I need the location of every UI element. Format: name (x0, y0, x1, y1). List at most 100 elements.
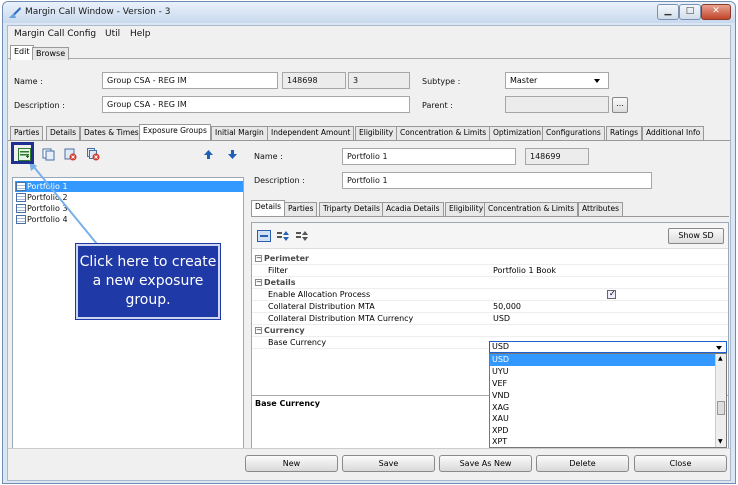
delete-button[interactable]: Delete (536, 455, 629, 472)
close-button[interactable]: Close (634, 455, 727, 472)
exposure-group-toolbar (12, 145, 242, 167)
tab-details[interactable]: Details (46, 126, 81, 140)
category-details[interactable]: − Details (252, 277, 728, 289)
name-field[interactable]: Group CSA - REG IM (102, 72, 278, 89)
tab-additional-info[interactable]: Additional Info (642, 126, 705, 140)
sort-ascending-icon[interactable] (276, 230, 290, 242)
sort-category-icon[interactable] (295, 230, 309, 242)
subtab-attributes[interactable]: Attributes (578, 202, 624, 216)
detail-sub-tabs: Details Parties Triparty Details Acadia … (251, 200, 729, 217)
tab-independent-amount[interactable]: Independent Amount (267, 126, 355, 140)
description-label: Description : (14, 101, 65, 110)
portfolio-name-field[interactable]: Portfolio 1 (342, 148, 516, 165)
property-row-mta[interactable]: Collateral Distribution MTA 50,000 (252, 301, 728, 313)
dropdown-option[interactable]: VND (490, 390, 716, 402)
portfolio-description-field[interactable]: Portfolio 1 (342, 172, 652, 189)
portfolio-description-label: Description : (254, 176, 305, 185)
tree-item[interactable]: Portfolio 2 (15, 192, 243, 203)
tree-item[interactable]: Portfolio 3 (15, 203, 243, 214)
portfolio-id-field: 148699 (525, 148, 589, 165)
dropdown-option[interactable]: USD (490, 354, 716, 367)
move-up-icon[interactable] (202, 148, 215, 161)
subtab-details[interactable]: Details (251, 200, 286, 216)
category-currency[interactable]: − Currency (252, 325, 728, 337)
chevron-down-icon (716, 346, 722, 350)
tab-exposure-groups[interactable]: Exposure Groups (139, 124, 211, 140)
subtab-triparty-details[interactable]: Triparty Details (319, 202, 384, 216)
scroll-down-icon[interactable]: ▼ (718, 438, 723, 445)
new-button[interactable]: New (245, 455, 338, 472)
chevron-down-icon (594, 79, 600, 83)
subtab-eligibility[interactable]: Eligibility (445, 202, 488, 216)
portfolio-name-label: Name : (254, 152, 283, 161)
subtab-acadia-details[interactable]: Acadia Details (382, 202, 444, 216)
tab-dates-times[interactable]: Dates & Times (80, 126, 143, 140)
subtype-select[interactable]: Master (505, 72, 609, 89)
id-field: 148698 (282, 72, 346, 89)
parent-field[interactable] (505, 96, 609, 113)
portfolio-detail-pane: Name : Portfolio 1 148699 Description : … (248, 143, 729, 449)
maximize-button[interactable]: □ (679, 4, 701, 20)
tab-ratings[interactable]: Ratings (606, 126, 643, 140)
margin-call-window: Margin Call Window - Version - 3 ▁ □ ✕ M… (2, 1, 736, 484)
close-window-button[interactable]: ✕ (701, 4, 731, 20)
parent-label: Parent : (422, 101, 453, 110)
dropdown-option[interactable]: UYU (490, 366, 716, 378)
grid-view-icon[interactable] (257, 230, 271, 242)
dropdown-scrollbar[interactable]: ▲ ▼ (715, 354, 726, 447)
action-bar: New Save Save As New Delete Close (8, 448, 730, 480)
property-row-mta-currency[interactable]: Collateral Distribution MTA Currency USD (252, 313, 728, 325)
collapse-icon[interactable]: − (255, 255, 262, 262)
menu-margin-call-config[interactable]: Margin Call Config (14, 29, 96, 39)
add-button-highlight (11, 142, 34, 164)
currency-dropdown-list: USD UYU VEF VND XAG XAU XPD XPT ▲ ▼ (489, 353, 727, 448)
delete-all-icon[interactable] (87, 148, 100, 161)
tab-configurations[interactable]: Configurations (542, 126, 605, 140)
move-down-icon[interactable] (226, 148, 239, 161)
main-tabs: Parties Details Dates & Times Exposure G… (8, 124, 730, 140)
minimize-button[interactable]: ▁ (657, 4, 679, 20)
dropdown-option[interactable]: XPT (490, 436, 716, 448)
subtype-label: Subtype : (422, 77, 461, 86)
scroll-up-icon[interactable]: ▲ (718, 355, 723, 362)
allocation-checkbox[interactable] (607, 288, 616, 300)
collapse-icon[interactable]: − (255, 279, 262, 286)
subtab-parties[interactable]: Parties (284, 202, 318, 216)
subtype-value: Master (510, 76, 538, 85)
tab-concentration-limits[interactable]: Concentration & Limits (396, 126, 491, 140)
title-bar[interactable]: Margin Call Window - Version - 3 ▁ □ ✕ (3, 2, 735, 23)
tab-optimization[interactable]: Optimization (489, 126, 545, 140)
margin-call-form: Name : Group CSA - REG IM 148698 3 Subty… (8, 60, 730, 124)
table-icon (16, 204, 26, 213)
menu-util[interactable]: Util (105, 29, 120, 39)
category-perimeter[interactable]: − Perimeter (252, 253, 728, 265)
dropdown-option[interactable]: VEF (490, 378, 716, 390)
subtab-concentration-limits[interactable]: Concentration & Limits (484, 202, 579, 216)
table-icon (16, 215, 26, 224)
tree-item[interactable]: Portfolio 4 (15, 214, 243, 225)
parent-browse-button[interactable]: ... (612, 97, 628, 113)
show-sd-button[interactable]: Show SD (668, 228, 724, 244)
tab-eligibility[interactable]: Eligibility (355, 126, 398, 140)
description-field[interactable]: Group CSA - REG IM (102, 96, 410, 113)
tab-edit[interactable]: Edit (10, 45, 34, 60)
save-button[interactable]: Save (342, 455, 435, 472)
dropdown-option[interactable]: XAU (490, 413, 716, 425)
tab-initial-margin[interactable]: Initial Margin (211, 126, 268, 140)
tab-browse[interactable]: Browse (32, 47, 70, 60)
tab-parties[interactable]: Parties (10, 126, 44, 140)
menu-bar: Margin Call Config Util Help (8, 26, 730, 44)
save-as-new-button[interactable]: Save As New (439, 455, 532, 472)
delete-icon[interactable] (64, 148, 77, 161)
property-sheet: Show SD − Perimeter Filter Portfolio 1 Boo… (251, 222, 729, 449)
description-title: Base Currency (255, 399, 321, 408)
property-row-filter[interactable]: Filter Portfolio 1 Book (252, 265, 728, 277)
property-row-allocation[interactable]: Enable Allocation Process (252, 288, 728, 301)
name-label: Name : (14, 77, 43, 86)
base-currency-select[interactable]: USD (489, 341, 727, 353)
copy-icon[interactable] (42, 148, 55, 161)
tree-item[interactable]: Portfolio 1 (15, 181, 243, 192)
menu-help[interactable]: Help (130, 29, 151, 39)
scroll-thumb[interactable] (717, 401, 725, 415)
collapse-icon[interactable]: − (255, 327, 262, 334)
